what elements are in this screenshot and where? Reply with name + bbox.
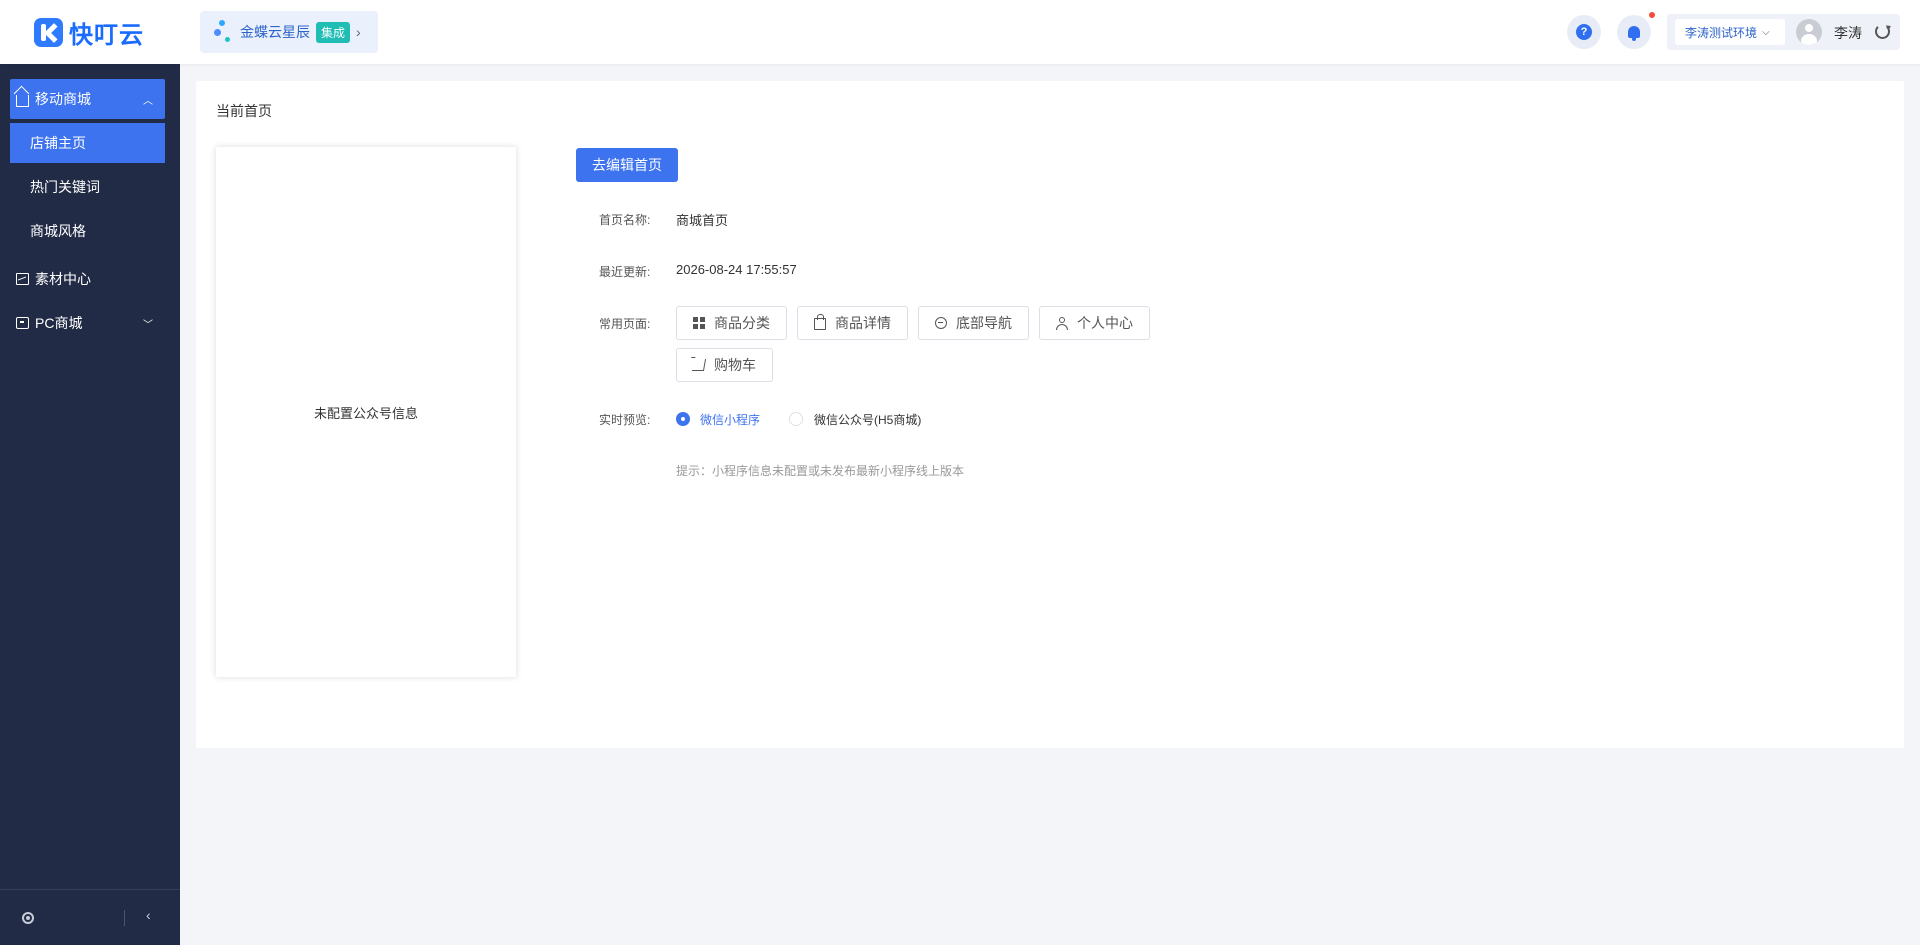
product-detail-page-button[interactable]: 商品详情 bbox=[797, 306, 908, 340]
last-updated-value: 2026-08-24 17:55:57 bbox=[676, 262, 797, 277]
integration-badge[interactable]: 金蝶云星辰 集成 › bbox=[200, 11, 378, 53]
user-area: 李涛测试环境 ⌵ 李涛 bbox=[1667, 14, 1900, 50]
sidebar-item-hot-keywords[interactable]: 热门关键词 bbox=[10, 167, 165, 207]
help-button[interactable]: ? bbox=[1567, 15, 1601, 49]
bell-icon bbox=[1628, 26, 1640, 41]
sidebar-item-label: 店铺主页 bbox=[30, 135, 86, 151]
logo-icon bbox=[34, 17, 63, 47]
divider bbox=[124, 910, 125, 926]
sidebar-item-label: 热门关键词 bbox=[30, 179, 100, 195]
official-account-radio-label[interactable]: 微信公众号(H5商城) bbox=[814, 411, 921, 428]
environment-label: 李涛测试环境 bbox=[1685, 25, 1758, 40]
top-header: 快叮云 金蝶云星辰 集成 › ? 李涛测试环境 ⌵ 李涛 bbox=[0, 0, 1920, 64]
chevron-right-icon: › bbox=[356, 24, 361, 40]
cart-icon bbox=[691, 359, 707, 371]
chevron-down-icon: ﹀ bbox=[143, 319, 153, 331]
monitor-icon bbox=[16, 317, 29, 329]
sidebar-item-mall-style[interactable]: 商城风格 bbox=[10, 211, 165, 251]
navigation-icon bbox=[935, 317, 947, 329]
app-logo[interactable]: 快叮云 bbox=[34, 16, 144, 49]
sidebar-group-label: 素材中心 bbox=[35, 271, 91, 287]
sidebar: 移动商城 ︿ 店铺主页 热门关键词 商城风格 素材中心 PC商城 ﹀ ‹ bbox=[0, 64, 180, 945]
mini-program-radio[interactable] bbox=[676, 412, 690, 426]
sidebar-item-store-home[interactable]: 店铺主页 bbox=[10, 123, 165, 163]
phone-preview: 未配置公众号信息 bbox=[216, 147, 516, 677]
page-title: 当前首页 bbox=[216, 103, 272, 119]
cart-page-button[interactable]: 购物车 bbox=[676, 348, 773, 382]
sidebar-group-pc-mall[interactable]: PC商城 ﹀ bbox=[10, 303, 165, 343]
live-preview-label: 实时预览: bbox=[599, 413, 651, 427]
official-account-radio[interactable] bbox=[789, 412, 803, 426]
page-button-label: 商品分类 bbox=[714, 315, 770, 331]
grid-icon bbox=[693, 317, 705, 329]
image-icon bbox=[16, 273, 29, 285]
preview-message: 未配置公众号信息 bbox=[313, 405, 418, 421]
page-button-label: 底部导航 bbox=[956, 315, 1012, 331]
user-name[interactable]: 李涛 bbox=[1834, 23, 1862, 43]
category-page-button[interactable]: 商品分类 bbox=[676, 306, 787, 340]
sidebar-item-label: 商城风格 bbox=[30, 223, 86, 239]
chevron-down-icon: ⌵ bbox=[1762, 26, 1770, 38]
integration-dots-icon bbox=[214, 20, 232, 44]
settings-icon[interactable] bbox=[22, 912, 34, 924]
sidebar-group-label: 移动商城 bbox=[35, 91, 91, 107]
edit-homepage-button[interactable]: 去编辑首页 bbox=[576, 148, 678, 182]
page-button-label: 个人中心 bbox=[1077, 315, 1133, 331]
common-pages-label: 常用页面: bbox=[599, 317, 651, 331]
homepage-name-value: 商城首页 bbox=[676, 213, 729, 228]
last-updated-label: 最近更新: bbox=[599, 265, 651, 279]
integration-name: 金蝶云星辰 bbox=[240, 24, 310, 40]
main-card: 当前首页 未配置公众号信息 去编辑首页 首页名称: 商城首页 最近更新: 202… bbox=[196, 81, 1904, 748]
user-icon bbox=[1056, 317, 1068, 330]
collapse-sidebar-icon[interactable]: ‹ bbox=[146, 907, 151, 923]
sidebar-group-label: PC商城 bbox=[35, 315, 83, 331]
avatar[interactable] bbox=[1796, 19, 1822, 45]
logo-text: 快叮云 bbox=[69, 21, 144, 49]
chevron-up-icon: ︿ bbox=[143, 95, 153, 107]
sidebar-footer: ‹ bbox=[0, 889, 180, 945]
homepage-name-label: 首页名称: bbox=[599, 213, 651, 227]
environment-select[interactable]: 李涛测试环境 ⌵ bbox=[1675, 19, 1785, 45]
question-icon: ? bbox=[1576, 24, 1592, 40]
refresh-icon[interactable] bbox=[1875, 24, 1890, 39]
sidebar-group-mobile-mall[interactable]: 移动商城 ︿ bbox=[10, 79, 165, 119]
notification-button[interactable] bbox=[1617, 15, 1651, 49]
integration-tag: 集成 bbox=[316, 21, 351, 43]
page-button-label: 购物车 bbox=[714, 357, 756, 373]
bag-icon bbox=[814, 314, 826, 330]
notification-dot bbox=[1649, 12, 1655, 18]
home-icon bbox=[16, 95, 29, 107]
bottom-nav-page-button[interactable]: 底部导航 bbox=[918, 306, 1029, 340]
hint-text: 提示：小程序信息未配置或未发布最新小程序线上版本 bbox=[676, 464, 965, 478]
personal-center-page-button[interactable]: 个人中心 bbox=[1039, 306, 1150, 340]
mini-program-radio-label[interactable]: 微信小程序 bbox=[700, 411, 760, 428]
sidebar-group-material-center[interactable]: 素材中心 bbox=[10, 259, 165, 299]
page-button-label: 商品详情 bbox=[835, 315, 891, 331]
